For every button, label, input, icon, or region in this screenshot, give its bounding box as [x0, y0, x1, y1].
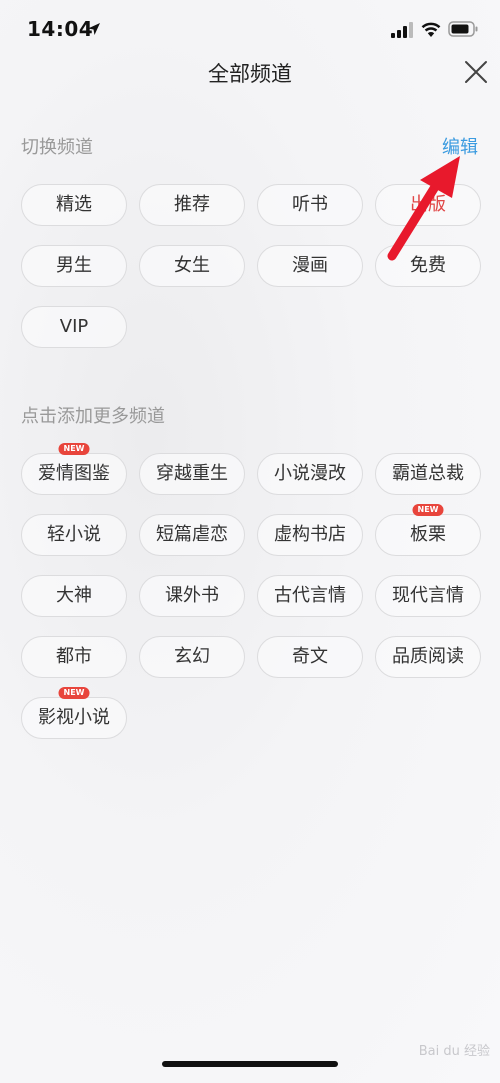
channel-chip[interactable]: 课外书 — [139, 575, 245, 617]
channel-chip-label: VIP — [59, 316, 89, 337]
channel-chip-label: 听书 — [292, 194, 328, 215]
channel-chip[interactable]: 出版 — [375, 184, 481, 226]
status-time: 14:04 — [27, 17, 94, 41]
channel-chip-label: 出版 — [410, 194, 446, 215]
channel-chip-label: 都市 — [56, 646, 92, 667]
new-badge: NEW — [58, 687, 90, 699]
channel-chip-label: 推荐 — [174, 194, 210, 215]
channel-chip-label: 爱情图鉴 — [38, 463, 110, 484]
add-channels-label: 点击添加更多频道 — [21, 406, 165, 427]
watermark: Bai du 经验 — [418, 1044, 490, 1059]
channel-chip[interactable]: 古代言情 — [257, 575, 363, 617]
home-indicator[interactable] — [162, 1061, 338, 1067]
page-title: 全部频道 — [208, 62, 292, 86]
channel-chip-label: 虚构书店 — [274, 524, 346, 545]
channel-chip-label: 精选 — [56, 194, 92, 215]
battery-icon — [448, 21, 478, 37]
channel-chip[interactable]: 霸道总裁 — [375, 453, 481, 495]
channel-chip-label: 大神 — [56, 585, 92, 606]
channel-chip[interactable]: 都市 — [21, 636, 127, 678]
channel-chip-label: 女生 — [174, 255, 210, 276]
channel-chip[interactable]: 听书 — [257, 184, 363, 226]
channel-chip[interactable]: 小说漫改 — [257, 453, 363, 495]
new-badge: NEW — [58, 443, 90, 455]
channel-chip-label: 古代言情 — [274, 585, 346, 606]
close-icon[interactable] — [462, 58, 490, 86]
channel-chip-label: 品质阅读 — [392, 646, 464, 667]
channel-chip-label: 免费 — [410, 255, 446, 276]
channel-chip[interactable]: 品质阅读 — [375, 636, 481, 678]
channel-chip[interactable]: 现代言情 — [375, 575, 481, 617]
channel-chip[interactable]: 玄幻 — [139, 636, 245, 678]
channel-chip[interactable]: 板栗 NEW — [375, 504, 481, 556]
channel-chip[interactable]: 男生 — [21, 245, 127, 287]
channel-chip-label: 轻小说 — [47, 524, 101, 545]
channel-chip[interactable]: 女生 — [139, 245, 245, 287]
channel-chip[interactable]: 奇文 — [257, 636, 363, 678]
channel-chip[interactable]: 爱情图鉴 NEW — [21, 443, 127, 495]
channel-chip-label: 课外书 — [165, 585, 219, 606]
channel-chip-label: 玄幻 — [174, 646, 210, 667]
channel-chip[interactable]: 漫画 — [257, 245, 363, 287]
wifi-icon — [421, 22, 441, 37]
channel-chip[interactable]: 影视小说 NEW — [21, 687, 127, 739]
cellular-signal-icon — [391, 22, 413, 38]
channel-chip[interactable]: 短篇虐恋 — [139, 514, 245, 556]
channel-chip[interactable]: 推荐 — [139, 184, 245, 226]
channel-chip-label: 板栗 — [410, 524, 446, 545]
status-bar: 14:04 — [0, 0, 500, 60]
channel-chip-label: 男生 — [56, 255, 92, 276]
switch-channels-label: 切换频道 — [21, 137, 93, 158]
channel-chip[interactable]: 穿越重生 — [139, 453, 245, 495]
channel-chip-label: 霸道总裁 — [392, 463, 464, 484]
channel-chip-label: 小说漫改 — [274, 463, 346, 484]
channel-chip[interactable]: VIP — [21, 306, 127, 348]
new-badge: NEW — [412, 504, 444, 516]
channel-chip[interactable]: 虚构书店 — [257, 514, 363, 556]
channel-chip-label: 奇文 — [292, 646, 328, 667]
channel-chip-label: 漫画 — [292, 255, 328, 276]
location-arrow-icon — [88, 23, 100, 35]
channel-chip[interactable]: 精选 — [21, 184, 127, 226]
channel-chip[interactable]: 大神 — [21, 575, 127, 617]
channel-chip-label: 影视小说 — [38, 707, 110, 728]
channel-chip[interactable]: 免费 — [375, 245, 481, 287]
channel-chip-label: 短篇虐恋 — [156, 524, 228, 545]
edit-button[interactable]: 编辑 — [442, 133, 478, 159]
channel-chip[interactable]: 轻小说 — [21, 514, 127, 556]
channel-chip-label: 穿越重生 — [156, 463, 228, 484]
channel-chip-label: 现代言情 — [392, 585, 464, 606]
